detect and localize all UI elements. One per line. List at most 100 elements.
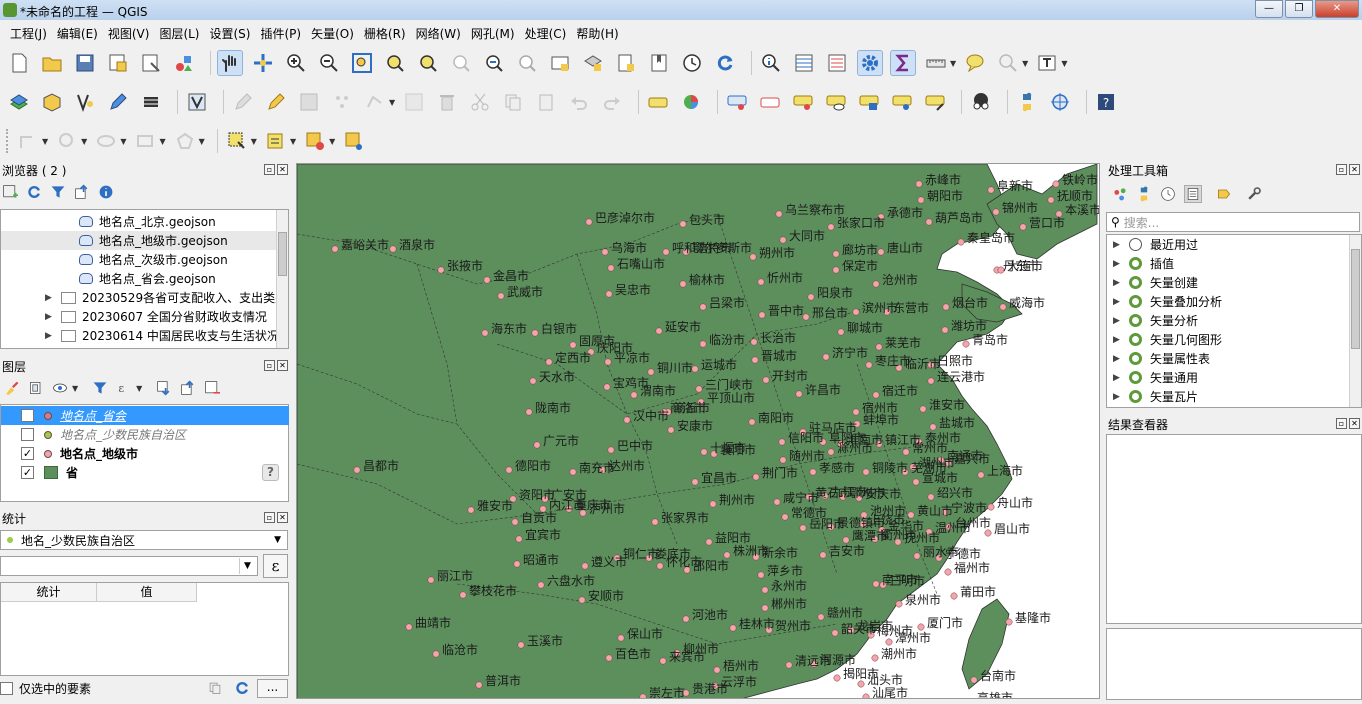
- city-point[interactable]: [992, 208, 1000, 216]
- city-point[interactable]: [917, 623, 925, 631]
- toolbox-group[interactable]: ▶ 矢量叠加分析: [1107, 292, 1345, 311]
- delete-selected-button[interactable]: [434, 89, 460, 115]
- city-point[interactable]: [758, 311, 766, 319]
- city-point[interactable]: [605, 290, 613, 298]
- toggle-editing-button[interactable]: [263, 89, 289, 115]
- pin-labels-button[interactable]: [724, 89, 750, 115]
- browser-scrollbar[interactable]: [276, 210, 288, 348]
- zoom-in-button[interactable]: [283, 50, 309, 76]
- current-edits-button[interactable]: [230, 89, 256, 115]
- help-icon[interactable]: ?: [262, 464, 279, 481]
- city-point[interactable]: [655, 327, 663, 335]
- city-point[interactable]: [517, 641, 525, 649]
- city-point[interactable]: [723, 551, 731, 559]
- menu-view[interactable]: 视图(V): [103, 22, 155, 42]
- zoom-to-selection-button[interactable]: [382, 50, 408, 76]
- city-point[interactable]: [775, 210, 783, 218]
- city-point[interactable]: [999, 303, 1007, 311]
- paste-features-button[interactable]: [533, 89, 559, 115]
- city-point[interactable]: [505, 466, 513, 474]
- new-3d-view-button[interactable]: [580, 50, 606, 76]
- city-point[interactable]: [962, 340, 970, 348]
- city-point[interactable]: [872, 391, 880, 399]
- refresh-icon[interactable]: [234, 680, 250, 696]
- data-source-manager-button[interactable]: [6, 89, 32, 115]
- city-point[interactable]: [785, 661, 793, 669]
- city-point[interactable]: [432, 650, 440, 658]
- city-point[interactable]: [915, 180, 923, 188]
- show-bookmarks-button[interactable]: [646, 50, 672, 76]
- save-edits-button[interactable]: [296, 89, 322, 115]
- city-point[interactable]: [639, 693, 647, 699]
- close-button[interactable]: ✕: [1315, 0, 1359, 18]
- city-point[interactable]: [902, 448, 910, 456]
- city-point[interactable]: [531, 329, 539, 337]
- layer-visibility-checkbox[interactable]: ✓: [21, 447, 34, 460]
- city-point[interactable]: [970, 676, 978, 684]
- history-clock-icon[interactable]: [1160, 186, 1176, 202]
- city-point[interactable]: [875, 343, 883, 351]
- change-label-button[interactable]: [889, 89, 915, 115]
- city-point[interactable]: [857, 680, 865, 688]
- style-manager-button[interactable]: [171, 50, 197, 76]
- expand-arrow-icon[interactable]: ▶: [1113, 392, 1123, 402]
- column-header-stat[interactable]: 统计: [1, 583, 97, 602]
- rotate-label-button[interactable]: [856, 89, 882, 115]
- city-point[interactable]: [852, 308, 860, 316]
- city-point[interactable]: [927, 377, 935, 385]
- cut-features-button[interactable]: [467, 89, 493, 115]
- new-bookmark-button[interactable]: [613, 50, 639, 76]
- city-point[interactable]: [773, 498, 781, 506]
- shape-dropdown-icon[interactable]: ▼: [42, 137, 48, 146]
- tree-item[interactable]: ▶ 20230607 全国分省财政收支情况: [45, 307, 267, 326]
- rectangle-digitize-button[interactable]: [132, 128, 158, 154]
- show-hide-labels-button[interactable]: [823, 89, 849, 115]
- locator-dropdown-icon[interactable]: ▼: [1022, 59, 1028, 68]
- add-group-icon[interactable]: [28, 380, 44, 396]
- only-selected-checkbox[interactable]: [0, 682, 13, 695]
- city-point[interactable]: [437, 266, 445, 274]
- close-panel-icon[interactable]: ✕: [277, 360, 288, 371]
- city-point[interactable]: [779, 236, 787, 244]
- measure-dropdown-icon[interactable]: ▼: [950, 59, 956, 68]
- city-point[interactable]: [353, 466, 361, 474]
- city-point[interactable]: [713, 666, 721, 674]
- city-point[interactable]: [984, 529, 992, 537]
- city-point[interactable]: [1019, 223, 1027, 231]
- pan-to-selection-button[interactable]: [250, 50, 276, 76]
- edit-features-icon[interactable]: [1216, 186, 1232, 202]
- collapse-all-icon[interactable]: [74, 184, 90, 200]
- tree-item[interactable]: 地名点_次级市.geojson: [79, 250, 228, 269]
- city-point[interactable]: [467, 506, 475, 514]
- city-point[interactable]: [941, 326, 949, 334]
- measure-button[interactable]: [923, 50, 949, 76]
- ellipse-dropdown-icon[interactable]: ▼: [120, 137, 126, 146]
- toolbox-search-input[interactable]: ⚲ 搜索...: [1106, 212, 1360, 232]
- processing-toolbox-button[interactable]: [857, 50, 883, 76]
- tree-item[interactable]: ▶ 20230529各省可支配收入、支出类别: [45, 288, 287, 307]
- identify-button[interactable]: [758, 50, 784, 76]
- select-dropdown-icon[interactable]: ▼: [251, 137, 257, 146]
- city-point[interactable]: [757, 278, 765, 286]
- city-point[interactable]: [944, 568, 952, 576]
- add-selected-layers-icon[interactable]: [2, 184, 18, 200]
- city-point[interactable]: [525, 408, 533, 416]
- close-panel-icon[interactable]: ✕: [1349, 418, 1360, 429]
- float-panel-icon[interactable]: ▫: [1336, 418, 1347, 429]
- expression-dropdown-icon[interactable]: ▼: [136, 384, 142, 393]
- city-point[interactable]: [569, 341, 577, 349]
- deselect-dropdown-icon[interactable]: ▼: [329, 137, 335, 146]
- city-point[interactable]: [569, 468, 577, 476]
- city-point[interactable]: [659, 657, 667, 665]
- add-feature-button[interactable]: [329, 89, 355, 115]
- expression-dropdown-icon[interactable]: ▼: [290, 137, 296, 146]
- pan-map-button[interactable]: [217, 50, 243, 76]
- expand-arrow-icon[interactable]: ▶: [1113, 335, 1123, 345]
- city-point[interactable]: [781, 513, 789, 521]
- city-point[interactable]: [833, 674, 841, 682]
- highlight-labels-button[interactable]: [757, 89, 783, 115]
- city-point[interactable]: [778, 438, 786, 446]
- new-virtual-layer-button[interactable]: [138, 89, 164, 115]
- toolbox-group[interactable]: ▶ 矢量创建: [1107, 273, 1345, 292]
- city-point[interactable]: [603, 383, 611, 391]
